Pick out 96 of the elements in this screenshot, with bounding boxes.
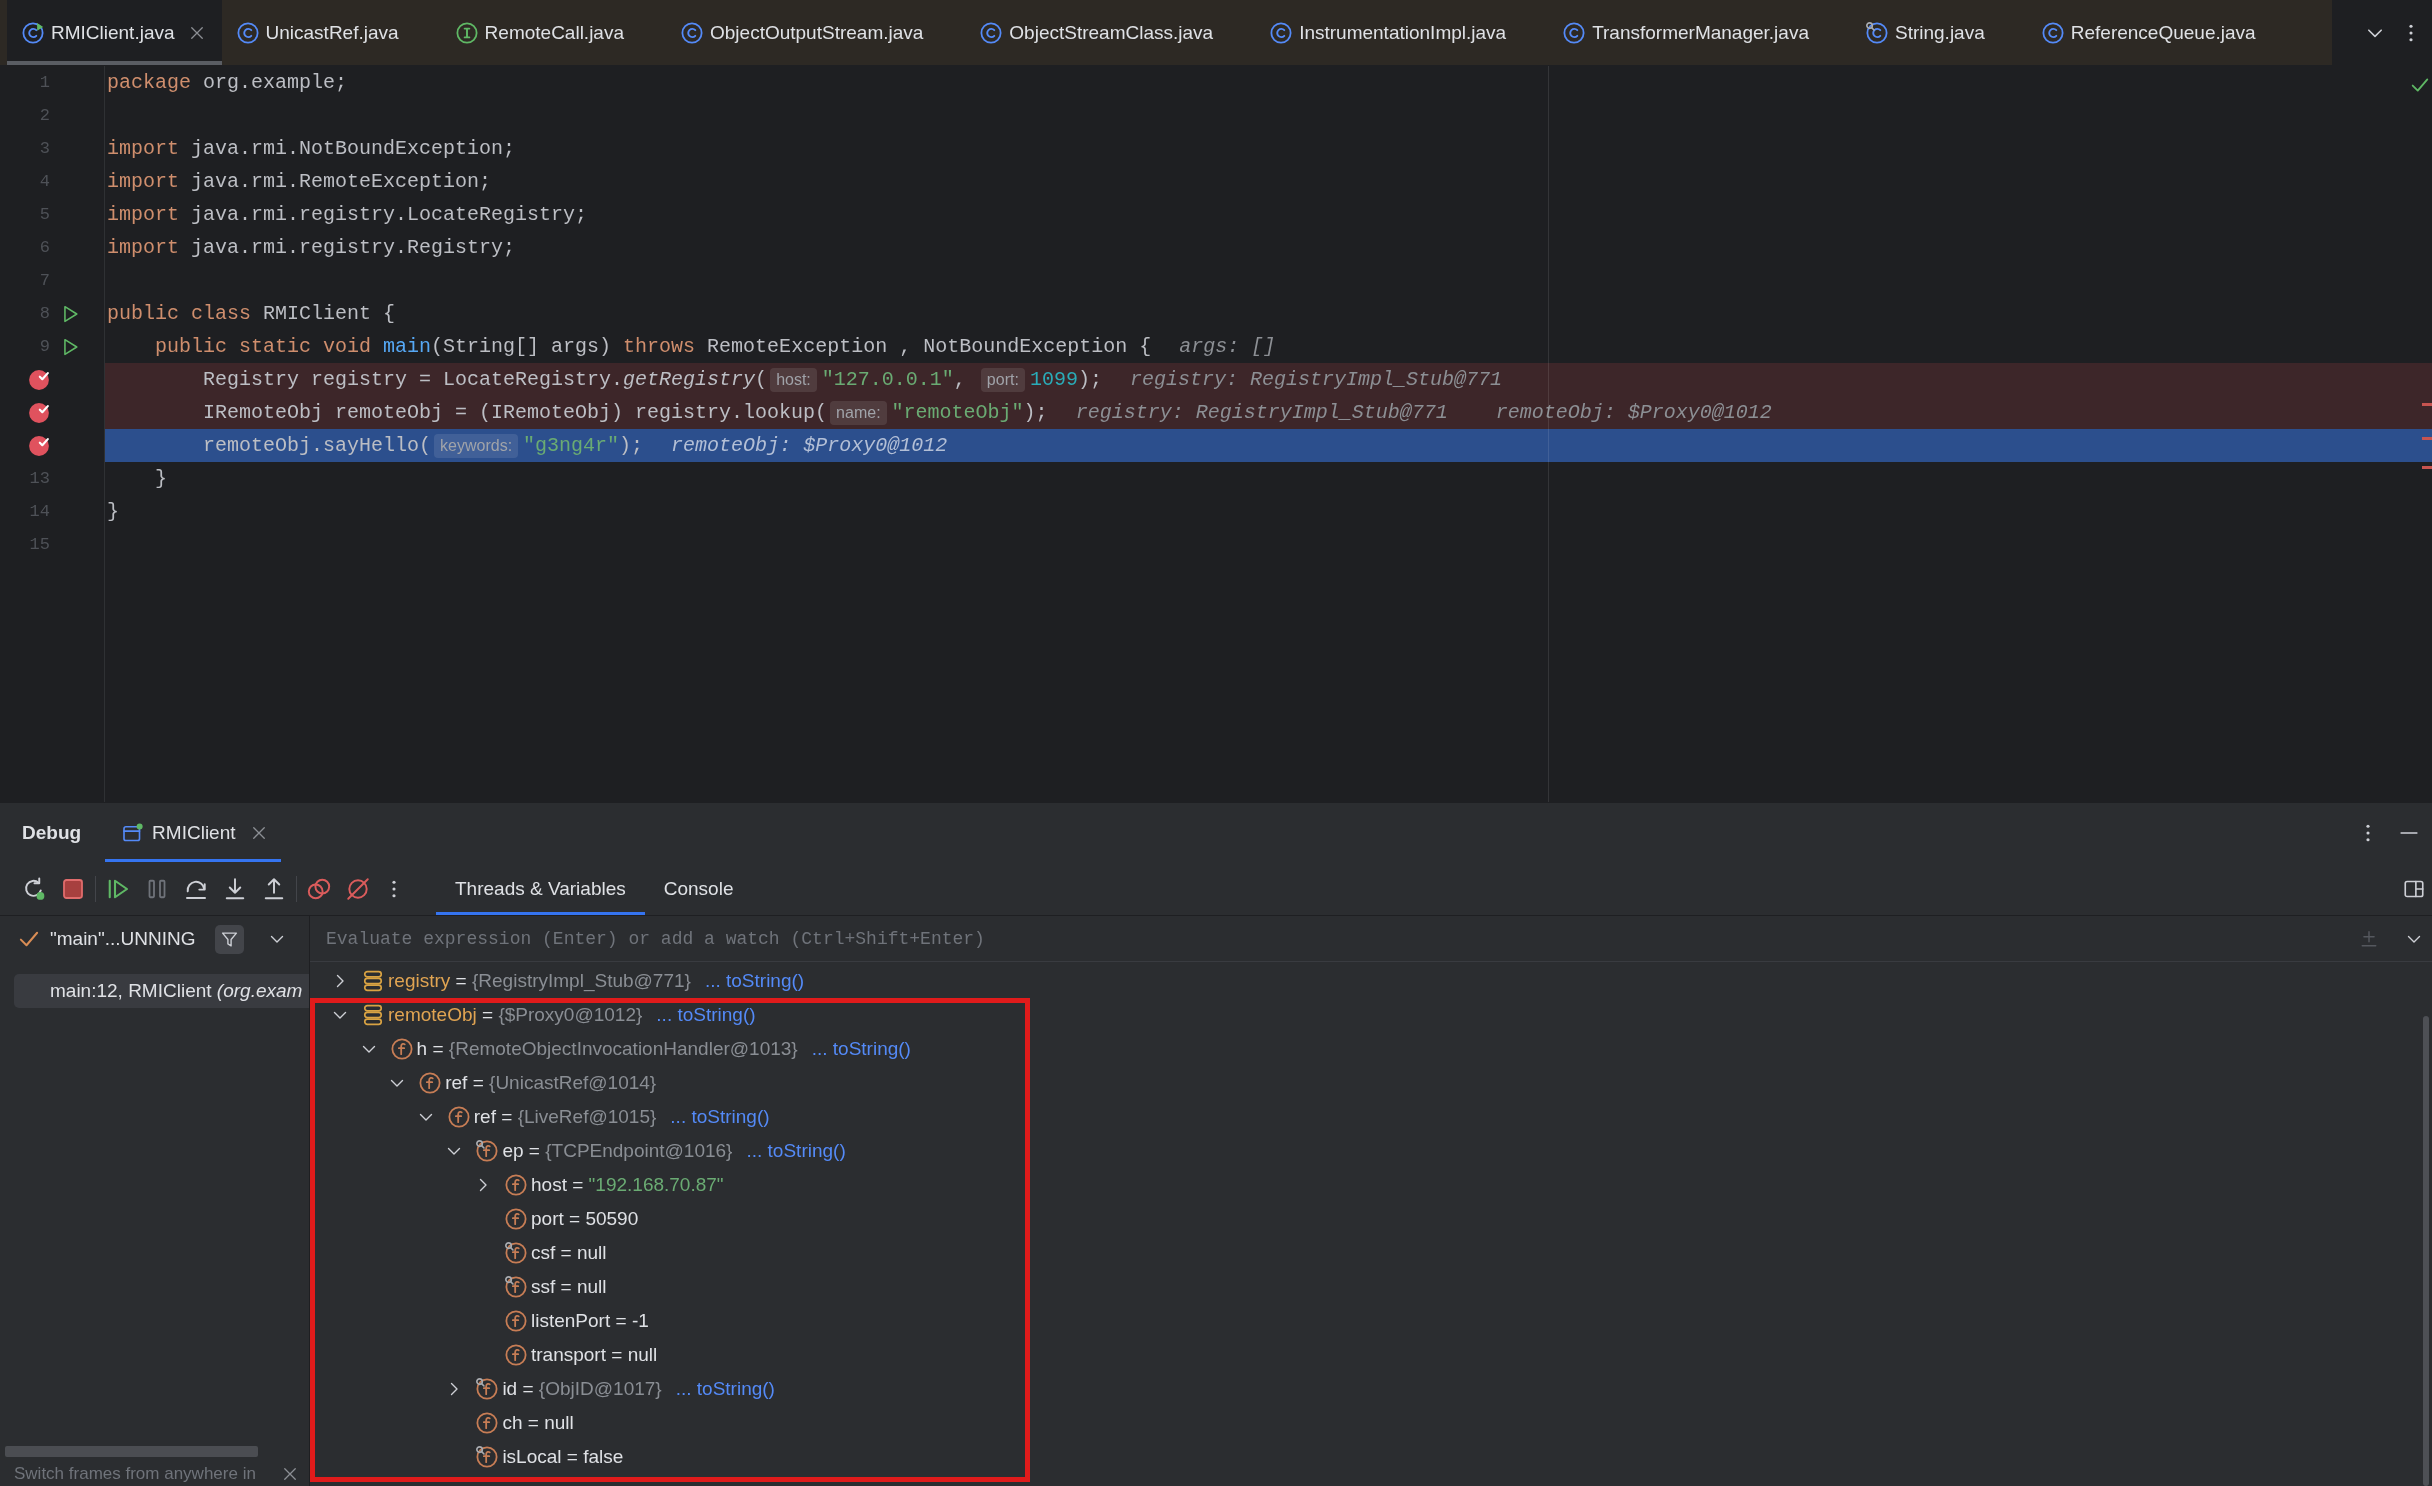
field-label: ep = {TCPEndpoint@1016} — [502, 1140, 733, 1162]
code-text: package org.example; — [107, 71, 348, 94]
layout-icon[interactable] — [2404, 878, 2424, 899]
editor-tab[interactable]: ReferenceQueue.java — [2026, 0, 2298, 65]
inline-debug-value: remoteObj: $Proxy0@1012 — [671, 434, 948, 457]
code-text: import java.rmi.NotBoundException; — [107, 137, 516, 160]
code-text: "g3ng4r"); — [523, 434, 644, 457]
stack-frame-item[interactable]: main:12, RMIClient (org.exam — [14, 974, 309, 1008]
parameter-hint: name: — [830, 400, 887, 425]
class-icon — [1270, 21, 1293, 44]
code-text: } — [107, 500, 119, 523]
breakpoint-icon[interactable] — [28, 401, 50, 424]
code-text: "remoteObj"); — [891, 401, 1048, 424]
inline-debug-value: remoteObj: $Proxy0@1012 — [1495, 401, 1772, 424]
step-out-icon[interactable] — [262, 876, 286, 901]
breakpoints-icon[interactable] — [307, 876, 331, 901]
editor-tab[interactable]: UnicastRef.java — [221, 0, 441, 65]
field-label: transport = null — [531, 1344, 658, 1366]
code-text: public static void main(String[] args) throws RemoteException , NotBoundException { — [155, 335, 1152, 358]
stop-icon[interactable] — [61, 876, 85, 901]
field-label: ref = {UnicastRef@1014} — [445, 1072, 657, 1094]
code-text: import java.rmi.registry.Registry; — [107, 236, 516, 259]
code-text: IRemoteObj remoteObj = (IRemoteObj) registry.lookup( — [203, 401, 828, 424]
editor-tab[interactable]: RMIClient.java — [7, 0, 222, 65]
thread-selector[interactable]: "main"...UNNING — [50, 928, 196, 950]
breakpoint-stripe-mark — [2422, 466, 2432, 469]
inline-debug-value: registry: RegistryImpl_Stub@771 — [1129, 368, 1502, 391]
editor-tab[interactable]: ObjectOutputStream.java — [666, 0, 966, 65]
inline-debug-value: args: [] — [1179, 335, 1276, 358]
code-text: Registry registry = LocateRegistry.getRegistry( — [203, 368, 768, 391]
variable-label: remoteObj = {$Proxy0@1012} — [388, 1004, 643, 1026]
rerun-icon[interactable] — [22, 876, 46, 901]
tostring-link[interactable]: ... toString() — [811, 1038, 911, 1060]
parameter-hint: keywords: — [434, 433, 519, 458]
field-label: csf = null — [531, 1242, 607, 1264]
class-icon — [2041, 21, 2064, 44]
parameter-hint: port: — [980, 367, 1025, 392]
view-tab[interactable]: Console — [644, 862, 753, 915]
filter-icon — [221, 930, 239, 948]
panel-title: Debug — [22, 821, 82, 844]
breakpoint-icon[interactable] — [28, 434, 50, 457]
tostring-link[interactable]: ... toString() — [670, 1106, 770, 1128]
field-label: ch = null — [502, 1412, 574, 1434]
editor-tab[interactable]: ObjectStreamClass.java — [965, 0, 1256, 65]
code-text: } — [155, 467, 167, 490]
scrollbar-thumb[interactable] — [2423, 1016, 2429, 1486]
class-icon — [681, 21, 703, 44]
field-label: port = 50590 — [531, 1208, 639, 1230]
check-icon — [19, 929, 39, 949]
code-text: "127.0.0.1", — [821, 368, 967, 391]
tostring-link[interactable]: ... toString() — [704, 970, 805, 992]
code-text: import java.rmi.RemoteException; — [107, 170, 492, 193]
class-icon — [980, 21, 1003, 44]
code-text: 1099); — [1029, 368, 1102, 391]
window-icon — [123, 822, 144, 843]
mute-breakpoints-icon[interactable] — [346, 876, 370, 901]
code-text: import java.rmi.registry.LocateRegistry; — [107, 203, 588, 226]
editor-tab[interactable]: InstrumentationImpl.java — [1255, 0, 1549, 65]
interface-icon — [455, 21, 478, 44]
filter-button[interactable] — [215, 924, 245, 954]
parameter-hint: host: — [770, 367, 817, 392]
close-icon[interactable] — [251, 825, 266, 840]
tostring-link[interactable]: ... toString() — [656, 1004, 756, 1026]
check-icon — [2411, 76, 2429, 94]
field-label: id = {ObjID@1017} — [502, 1378, 662, 1400]
editor-tab[interactable]: RemoteCall.java — [440, 0, 666, 65]
run-icon[interactable] — [61, 304, 79, 323]
tostring-link[interactable]: ... toString() — [675, 1378, 775, 1400]
view-tab[interactable]: Threads & Variables — [436, 862, 645, 915]
field-label: listenPort = -1 — [531, 1310, 649, 1332]
scrollbar-thumb[interactable] — [5, 1446, 258, 1457]
field-label: ssf = null — [531, 1276, 607, 1298]
editor-tab[interactable]: String.java — [1851, 0, 2027, 65]
variable-label: registry = {RegistryImpl_Stub@771} — [388, 970, 691, 992]
close-icon[interactable] — [189, 25, 204, 40]
class-run-icon — [22, 21, 44, 44]
close-icon[interactable] — [283, 1467, 297, 1481]
breakpoint-stripe-mark — [2422, 403, 2432, 406]
editor-tab[interactable]: TransformerManager.java — [1548, 0, 1851, 65]
tostring-link[interactable]: ... toString() — [746, 1140, 846, 1162]
inline-debug-value: registry: RegistryImpl_Stub@771 — [1075, 401, 1448, 424]
code-text: remoteObj.sayHello( — [203, 434, 432, 457]
field-label: host = "192.168.70.87" — [531, 1174, 724, 1196]
code-text: public class RMIClient { — [107, 302, 396, 325]
run-icon[interactable] — [61, 337, 79, 356]
class-icon — [236, 21, 259, 44]
field-label: isLocal = false — [502, 1446, 624, 1468]
final-class-icon — [1866, 21, 1888, 44]
tip-text: Switch frames from anywhere in — [14, 1464, 256, 1484]
field-label: ref = {LiveRef@1015} — [473, 1106, 657, 1128]
breakpoint-stripe-mark — [2422, 437, 2432, 440]
session-tab[interactable]: RMIClient — [105, 803, 281, 862]
step-into-icon[interactable] — [223, 876, 247, 901]
breakpoint-icon[interactable] — [28, 368, 50, 391]
field-label: h = {RemoteObjectInvocationHandler@1013} — [416, 1038, 798, 1060]
class-icon — [1563, 21, 1586, 44]
